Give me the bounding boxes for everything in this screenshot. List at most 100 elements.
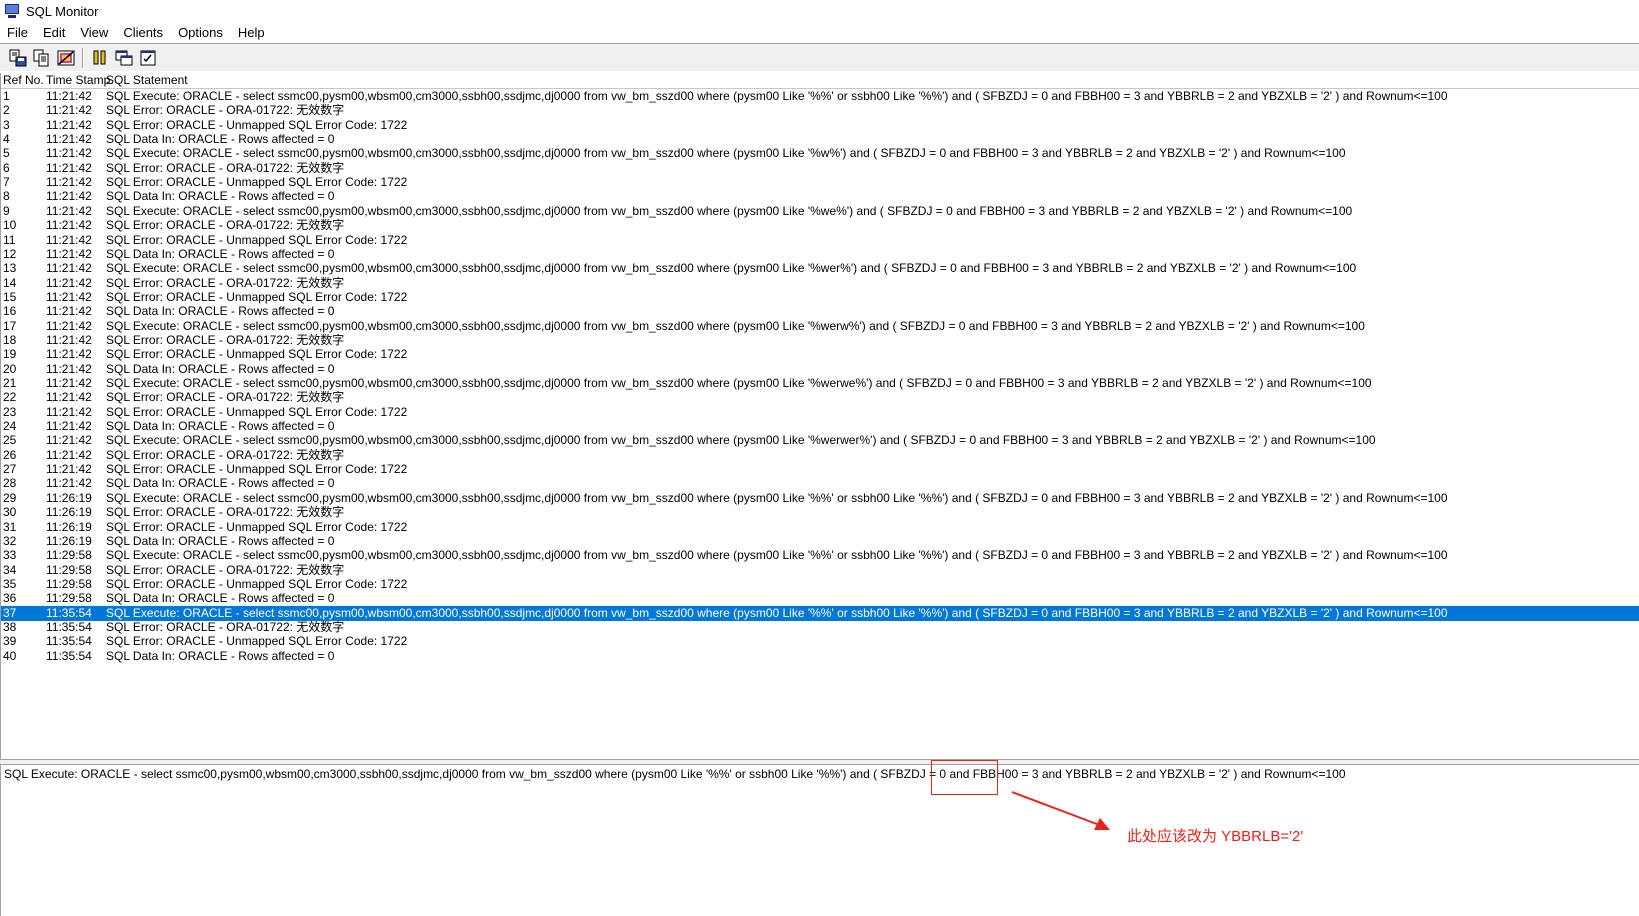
cell-sql-statement: SQL Error: ORACLE - ORA-01722: 无效数字 xyxy=(106,619,345,634)
cell-ref-no: 27 xyxy=(3,462,17,477)
table-row[interactable]: 16 11:21:42 SQL Data In: ORACLE - Rows aff… xyxy=(0,304,1639,319)
table-row[interactable]: 20 11:21:42 SQL Data In: ORACLE - Rows aff… xyxy=(0,362,1639,377)
cell-time-stamp: 11:21:42 xyxy=(46,476,92,491)
cell-time-stamp: 11:21:42 xyxy=(46,132,92,147)
table-row[interactable]: 22 11:21:42 SQL Error: ORACLE - ORA-01722:… xyxy=(0,390,1639,405)
sql-detail-pane[interactable]: SQL Execute: ORACLE - select ssmc00,pysm… xyxy=(0,765,1639,916)
cell-ref-no: 32 xyxy=(3,533,17,548)
cell-ref-no: 15 xyxy=(3,289,17,304)
table-row[interactable]: 19 11:21:42 SQL Error: ORACLE - Unmapped S… xyxy=(0,347,1639,362)
pause-icon[interactable] xyxy=(90,48,110,68)
cell-time-stamp: 11:21:42 xyxy=(46,203,92,218)
cell-sql-statement: SQL Error: ORACLE - Unmapped SQL Error C… xyxy=(106,462,408,477)
cell-sql-statement: SQL Execute: ORACLE - select ssmc00,pysm… xyxy=(106,433,1376,448)
column-header-ref-no[interactable]: Ref No. xyxy=(3,73,44,88)
cell-ref-no: 25 xyxy=(3,433,17,448)
cell-ref-no: 3 xyxy=(3,117,10,132)
menu-edit[interactable]: Edit xyxy=(36,25,73,40)
cell-sql-statement: SQL Data In: ORACLE - Rows affected = 0 xyxy=(106,648,335,663)
cell-ref-no: 26 xyxy=(3,447,17,462)
table-row[interactable]: 15 11:21:42 SQL Error: ORACLE - Unmapped S… xyxy=(0,290,1639,305)
cell-sql-statement: SQL Error: ORACLE - ORA-01722: 无效数字 xyxy=(106,562,345,577)
table-row[interactable]: 39 11:35:54 SQL Error: ORACLE - Unmapped S… xyxy=(0,634,1639,649)
table-row[interactable]: 14 11:21:42 SQL Error: ORACLE - ORA-01722:… xyxy=(0,276,1639,291)
table-row[interactable]: 21 11:21:42 SQL Execute: ORACLE - select s… xyxy=(0,376,1639,391)
table-row[interactable]: 17 11:21:42 SQL Execute: ORACLE - select s… xyxy=(0,319,1639,334)
cell-time-stamp: 11:21:42 xyxy=(46,390,92,405)
cell-time-stamp: 11:21:42 xyxy=(46,218,92,233)
cell-ref-no: 38 xyxy=(3,619,17,634)
table-row[interactable]: 10 11:21:42 SQL Error: ORACLE - ORA-01722:… xyxy=(0,218,1639,233)
table-row[interactable]: 38 11:35:54 SQL Error: ORACLE - ORA-01722:… xyxy=(0,620,1639,635)
table-row[interactable]: 35 11:29:58 SQL Error: ORACLE - Unmapped S… xyxy=(0,577,1639,592)
table-row[interactable]: 30 11:26:19 SQL Error: ORACLE - ORA-01722:… xyxy=(0,505,1639,520)
windows-icon[interactable] xyxy=(114,48,134,68)
cell-ref-no: 4 xyxy=(3,132,10,147)
column-header-time-stamp[interactable]: Time Stamp xyxy=(46,73,110,88)
cell-time-stamp: 11:21:42 xyxy=(46,304,92,319)
menu-help[interactable]: Help xyxy=(231,25,273,40)
cell-sql-statement: SQL Error: ORACLE - ORA-01722: 无效数字 xyxy=(106,447,345,462)
copy-icon[interactable] xyxy=(32,48,52,68)
table-row[interactable]: 29 11:26:19 SQL Execute: ORACLE - select s… xyxy=(0,491,1639,506)
table-row[interactable]: 40 11:35:54 SQL Data In: ORACLE - Rows aff… xyxy=(0,649,1639,664)
cell-sql-statement: SQL Error: ORACLE - Unmapped SQL Error C… xyxy=(106,117,408,132)
table-row[interactable]: 36 11:29:58 SQL Data In: ORACLE - Rows aff… xyxy=(0,591,1639,606)
table-row[interactable]: 11 11:21:42 SQL Error: ORACLE - Unmapped S… xyxy=(0,233,1639,248)
table-row[interactable]: 1 11:21:42 SQL Execute: ORACLE - select ss… xyxy=(0,89,1639,104)
menu-bar: File Edit View Clients Options Help xyxy=(0,22,1639,42)
table-row[interactable]: 6 11:21:42 SQL Error: ORACLE - ORA-01722: … xyxy=(0,161,1639,176)
table-row[interactable]: 31 11:26:19 SQL Error: ORACLE - Unmapped S… xyxy=(0,520,1639,535)
table-row[interactable]: 27 11:21:42 SQL Error: ORACLE - Unmapped S… xyxy=(0,462,1639,477)
cell-ref-no: 14 xyxy=(3,275,17,290)
table-row[interactable]: 3 11:21:42 SQL Error: ORACLE - Unmapped SQ… xyxy=(0,118,1639,133)
clear-icon[interactable] xyxy=(56,48,76,68)
cell-ref-no: 22 xyxy=(3,390,17,405)
table-row[interactable]: 12 11:21:42 SQL Data In: ORACLE - Rows aff… xyxy=(0,247,1639,262)
table-row[interactable]: 34 11:29:58 SQL Error: ORACLE - ORA-01722:… xyxy=(0,563,1639,578)
cell-time-stamp: 11:21:42 xyxy=(46,347,92,362)
sql-log-list[interactable]: 1 11:21:42 SQL Execute: ORACLE - select ss… xyxy=(0,89,1639,759)
table-row[interactable]: 8 11:21:42 SQL Data In: ORACLE - Rows affe… xyxy=(0,189,1639,204)
menu-options[interactable]: Options xyxy=(171,25,231,40)
cell-sql-statement: SQL Data In: ORACLE - Rows affected = 0 xyxy=(106,246,335,261)
cell-ref-no: 8 xyxy=(3,189,10,204)
cell-ref-no: 20 xyxy=(3,361,17,376)
table-row[interactable]: 4 11:21:42 SQL Data In: ORACLE - Rows affe… xyxy=(0,132,1639,147)
table-row[interactable]: 18 11:21:42 SQL Error: ORACLE - ORA-01722:… xyxy=(0,333,1639,348)
cell-ref-no: 31 xyxy=(3,519,17,534)
table-row[interactable]: 13 11:21:42 SQL Execute: ORACLE - select s… xyxy=(0,261,1639,276)
table-row[interactable]: 7 11:21:42 SQL Error: ORACLE - Unmapped SQ… xyxy=(0,175,1639,190)
cell-time-stamp: 11:29:58 xyxy=(46,591,92,606)
table-row[interactable]: 23 11:21:42 SQL Error: ORACLE - Unmapped S… xyxy=(0,405,1639,420)
cell-time-stamp: 11:21:42 xyxy=(46,447,92,462)
column-header-sql-statement[interactable]: SQL Statement xyxy=(106,73,188,88)
cell-time-stamp: 11:26:19 xyxy=(46,505,92,520)
cell-sql-statement: SQL Data In: ORACLE - Rows affected = 0 xyxy=(106,476,335,491)
checklist-icon[interactable] xyxy=(138,48,158,68)
cell-sql-statement: SQL Error: ORACLE - Unmapped SQL Error C… xyxy=(106,576,408,591)
table-row[interactable]: 37 11:35:54 SQL Execute: ORACLE - select s… xyxy=(0,605,1639,621)
cell-ref-no: 23 xyxy=(3,404,17,419)
table-row[interactable]: 26 11:21:42 SQL Error: ORACLE - ORA-01722:… xyxy=(0,448,1639,463)
menu-clients[interactable]: Clients xyxy=(116,25,171,40)
save-log-icon[interactable] xyxy=(8,48,28,68)
table-row[interactable]: 28 11:21:42 SQL Data In: ORACLE - Rows aff… xyxy=(0,476,1639,491)
table-row[interactable]: 9 11:21:42 SQL Execute: ORACLE - select ss… xyxy=(0,204,1639,219)
table-row[interactable]: 24 11:21:42 SQL Data In: ORACLE - Rows aff… xyxy=(0,419,1639,434)
table-row[interactable]: 33 11:29:58 SQL Execute: ORACLE - select s… xyxy=(0,548,1639,563)
cell-ref-no: 6 xyxy=(3,160,10,175)
cell-ref-no: 17 xyxy=(3,318,17,333)
cell-sql-statement: SQL Data In: ORACLE - Rows affected = 0 xyxy=(106,132,335,147)
cell-sql-statement: SQL Execute: ORACLE - select ssmc00,pysm… xyxy=(106,89,1448,103)
table-row[interactable]: 25 11:21:42 SQL Execute: ORACLE - select s… xyxy=(0,433,1639,448)
table-row[interactable]: 2 11:21:42 SQL Error: ORACLE - ORA-01722: … xyxy=(0,103,1639,118)
cell-ref-no: 2 xyxy=(3,103,10,118)
cell-ref-no: 11 xyxy=(3,232,16,247)
cell-sql-statement: SQL Execute: ORACLE - select ssmc00,pysm… xyxy=(106,146,1346,161)
menu-view[interactable]: View xyxy=(73,25,116,40)
cell-time-stamp: 11:29:58 xyxy=(46,548,92,563)
table-row[interactable]: 32 11:26:19 SQL Data In: ORACLE - Rows aff… xyxy=(0,534,1639,549)
menu-file[interactable]: File xyxy=(0,25,36,40)
table-row[interactable]: 5 11:21:42 SQL Execute: ORACLE - select ss… xyxy=(0,146,1639,161)
